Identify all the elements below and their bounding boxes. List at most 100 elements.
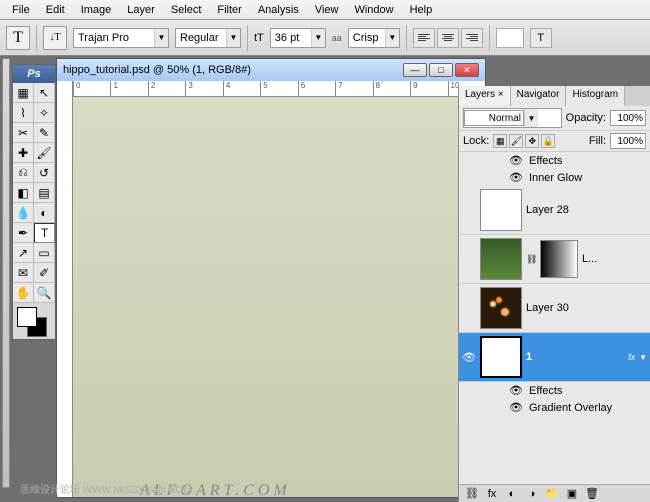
font-size-input[interactable] [271, 29, 311, 47]
maximize-button[interactable]: □ [429, 63, 453, 77]
gradient-tool[interactable]: ▤ [34, 183, 55, 203]
trash-icon[interactable]: 🗑 [585, 487, 599, 500]
effect-inner-glow[interactable]: 👁Inner Glow [459, 169, 650, 186]
stamp-tool[interactable]: ⎌ [13, 163, 34, 183]
menu-layer[interactable]: Layer [119, 2, 163, 18]
chevron-down-icon[interactable]: ▼ [639, 353, 647, 362]
font-weight-dropdown[interactable]: ▼ [175, 28, 241, 48]
minimize-button[interactable]: — [403, 63, 427, 77]
foreground-color[interactable] [17, 307, 37, 327]
menu-view[interactable]: View [307, 2, 347, 18]
color-swatches[interactable] [13, 303, 55, 339]
eraser-tool[interactable]: ◧ [13, 183, 34, 203]
eyedropper-tool[interactable]: ✐ [34, 263, 55, 283]
menu-filter[interactable]: Filter [209, 2, 249, 18]
layer-name[interactable]: Layer 30 [526, 302, 569, 314]
warp-text-button[interactable]: T [530, 28, 552, 48]
lasso-tool[interactable]: ⌇ [13, 103, 34, 123]
path-tool[interactable]: ↗ [13, 243, 34, 263]
tab-histogram[interactable]: Histogram [566, 86, 625, 106]
chevron-down-icon[interactable]: ▼ [524, 109, 538, 127]
fill-input[interactable] [610, 133, 646, 149]
group-icon[interactable]: 📁 [545, 487, 559, 500]
notes-tool[interactable]: ✉ [13, 263, 34, 283]
ruler-horizontal[interactable]: 012345678910 [73, 81, 485, 97]
fx-badge[interactable]: fx [628, 352, 635, 362]
layer-item[interactable]: Layer 30 [459, 284, 650, 333]
history-brush-tool[interactable]: ↺ [34, 163, 55, 183]
text-color-swatch[interactable] [496, 28, 524, 48]
layer-item[interactable]: ⛓ L... [459, 235, 650, 284]
layer-name[interactable]: 1 [526, 351, 532, 363]
dodge-tool[interactable]: ◐ [34, 203, 55, 223]
layer-name[interactable]: Layer 28 [526, 204, 569, 216]
heal-tool[interactable]: ✚ [13, 143, 34, 163]
menu-help[interactable]: Help [402, 2, 441, 18]
layer-mask-thumbnail[interactable] [540, 240, 578, 278]
blur-tool[interactable]: 💧 [13, 203, 34, 223]
menu-analysis[interactable]: Analysis [250, 2, 307, 18]
lock-all-icon[interactable]: 🔒 [541, 134, 555, 148]
link-icon[interactable]: ⛓ [526, 254, 536, 265]
chevron-down-icon[interactable]: ▼ [226, 29, 240, 47]
shape-tool[interactable]: ▭ [34, 243, 55, 263]
blend-mode-input[interactable] [464, 110, 524, 126]
blend-mode-dropdown[interactable]: ▼ [463, 108, 562, 128]
antialias-input[interactable] [349, 29, 385, 47]
effects-row[interactable]: 👁Effects [459, 382, 650, 399]
menu-image[interactable]: Image [73, 2, 120, 18]
lock-transparency-icon[interactable]: ▦ [493, 134, 507, 148]
layer-item-selected[interactable]: 👁 1 fx ▼ [459, 333, 650, 382]
text-orientation-button[interactable]: ↓T [43, 26, 67, 50]
antialias-dropdown[interactable]: ▼ [348, 28, 400, 48]
font-family-input[interactable] [74, 29, 154, 47]
move-tool[interactable]: ▦ [13, 83, 34, 103]
hand-tool[interactable]: ✋ [13, 283, 34, 303]
font-family-dropdown[interactable]: ▼ [73, 28, 169, 48]
tab-navigator[interactable]: Navigator [511, 86, 567, 106]
new-layer-icon[interactable]: ▣ [565, 487, 579, 500]
eye-icon[interactable]: 👁 [509, 171, 523, 184]
adjustment-icon[interactable]: ◑ [525, 488, 539, 500]
lock-position-icon[interactable]: ✥ [525, 134, 539, 148]
pen-tool[interactable]: ✒ [13, 223, 34, 243]
marquee-tool[interactable]: ↖ [34, 83, 55, 103]
chevron-down-icon[interactable]: ▼ [311, 29, 325, 47]
layer-thumbnail[interactable] [480, 238, 522, 280]
align-left-button[interactable] [413, 28, 435, 48]
fx-icon[interactable]: fx [485, 488, 499, 500]
mask-icon[interactable]: ◐ [505, 488, 519, 500]
menu-select[interactable]: Select [163, 2, 210, 18]
chevron-down-icon[interactable]: ▼ [385, 29, 399, 47]
align-center-button[interactable] [437, 28, 459, 48]
layer-thumbnail[interactable] [480, 189, 522, 231]
visibility-toggle[interactable]: 👁 [462, 351, 476, 364]
chevron-down-icon[interactable]: ▼ [154, 29, 168, 47]
zoom-tool[interactable]: 🔍 [34, 283, 55, 303]
lock-pixels-icon[interactable]: 🖌 [509, 134, 523, 148]
align-right-button[interactable] [461, 28, 483, 48]
wand-tool[interactable]: ✧ [34, 103, 55, 123]
font-weight-input[interactable] [176, 29, 226, 47]
layer-name[interactable]: L... [582, 253, 597, 265]
close-button[interactable]: ✕ [455, 63, 479, 77]
brush-tool[interactable]: 🖌 [34, 143, 55, 163]
opacity-input[interactable] [610, 110, 646, 126]
link-layers-icon[interactable]: ⛓ [465, 487, 479, 500]
eye-icon[interactable]: 👁 [509, 401, 523, 414]
layer-thumbnail[interactable] [480, 287, 522, 329]
canvas[interactable] [73, 97, 485, 497]
type-tool[interactable]: T [34, 223, 55, 243]
document-titlebar[interactable]: hippo_tutorial.psd @ 50% (1, RGB/8#) — □… [57, 59, 485, 81]
tab-layers[interactable]: Layers × [459, 86, 511, 106]
menu-file[interactable]: File [4, 2, 38, 18]
layer-item[interactable]: Layer 28 [459, 186, 650, 235]
eye-icon[interactable]: 👁 [509, 384, 523, 397]
tool-preset[interactable]: T [6, 26, 30, 50]
ruler-vertical[interactable] [57, 81, 73, 497]
layer-thumbnail[interactable] [480, 336, 522, 378]
menu-edit[interactable]: Edit [38, 2, 73, 18]
effects-row[interactable]: 👁Effects [459, 152, 650, 169]
font-size-dropdown[interactable]: ▼ [270, 28, 326, 48]
effect-gradient-overlay[interactable]: 👁Gradient Overlay [459, 399, 650, 416]
